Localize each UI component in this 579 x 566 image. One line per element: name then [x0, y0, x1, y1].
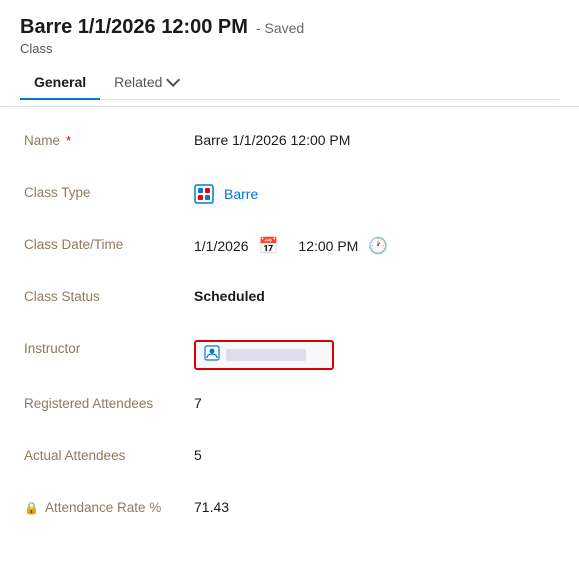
field-name: Name * Barre 1/1/2026 12:00 PM	[24, 127, 555, 159]
value-actual-attendees: 5	[194, 442, 555, 463]
field-actual-attendees: Actual Attendees 5	[24, 442, 555, 474]
page-title: Barre 1/1/2026 12:00 PM	[20, 16, 248, 39]
field-datetime: Class Date/Time 1/1/2026 📅 12:00 PM 🕐	[24, 231, 555, 263]
record-type: Class	[20, 41, 559, 56]
required-indicator: *	[66, 133, 71, 148]
value-class-type: Barre	[194, 179, 555, 204]
field-class-status: Class Status Scheduled	[24, 283, 555, 315]
label-class-type: Class Type	[24, 179, 194, 200]
field-registered-attendees: Registered Attendees 7	[24, 390, 555, 422]
header: Barre 1/1/2026 12:00 PM - Saved Class Ge…	[0, 0, 579, 107]
tab-general[interactable]: General	[20, 66, 100, 100]
field-attendance-rate: 🔒 Attendance Rate % 71.43	[24, 494, 555, 526]
label-instructor: Instructor	[24, 335, 194, 356]
calendar-icon[interactable]: 📅	[259, 236, 279, 256]
field-class-type: Class Type Barre	[24, 179, 555, 211]
clock-icon[interactable]: 🕐	[368, 236, 388, 256]
label-registered-attendees: Registered Attendees	[24, 390, 194, 411]
class-type-icon	[194, 184, 214, 204]
label-name: Name *	[24, 127, 194, 148]
lock-icon: 🔒	[24, 501, 39, 515]
tab-related[interactable]: Related	[100, 66, 190, 100]
value-class-status: Scheduled	[194, 283, 555, 304]
field-instructor: Instructor	[24, 335, 555, 370]
chevron-down-icon	[166, 73, 180, 87]
instructor-input[interactable]	[194, 340, 334, 370]
label-attendance-rate: 🔒 Attendance Rate %	[24, 494, 194, 515]
label-datetime: Class Date/Time	[24, 231, 194, 252]
instructor-placeholder	[226, 349, 306, 361]
label-class-status: Class Status	[24, 283, 194, 304]
value-attendance-rate: 71.43	[194, 494, 555, 515]
form-area: Name * Barre 1/1/2026 12:00 PM Class Typ…	[0, 107, 579, 566]
label-actual-attendees: Actual Attendees	[24, 442, 194, 463]
value-instructor	[194, 335, 555, 370]
person-icon	[204, 345, 220, 365]
saved-status: - Saved	[256, 20, 304, 36]
value-datetime: 1/1/2026 📅 12:00 PM 🕐	[194, 231, 555, 256]
value-registered-attendees: 7	[194, 390, 555, 411]
tab-bar: General Related	[20, 66, 559, 100]
value-name: Barre 1/1/2026 12:00 PM	[194, 127, 555, 148]
